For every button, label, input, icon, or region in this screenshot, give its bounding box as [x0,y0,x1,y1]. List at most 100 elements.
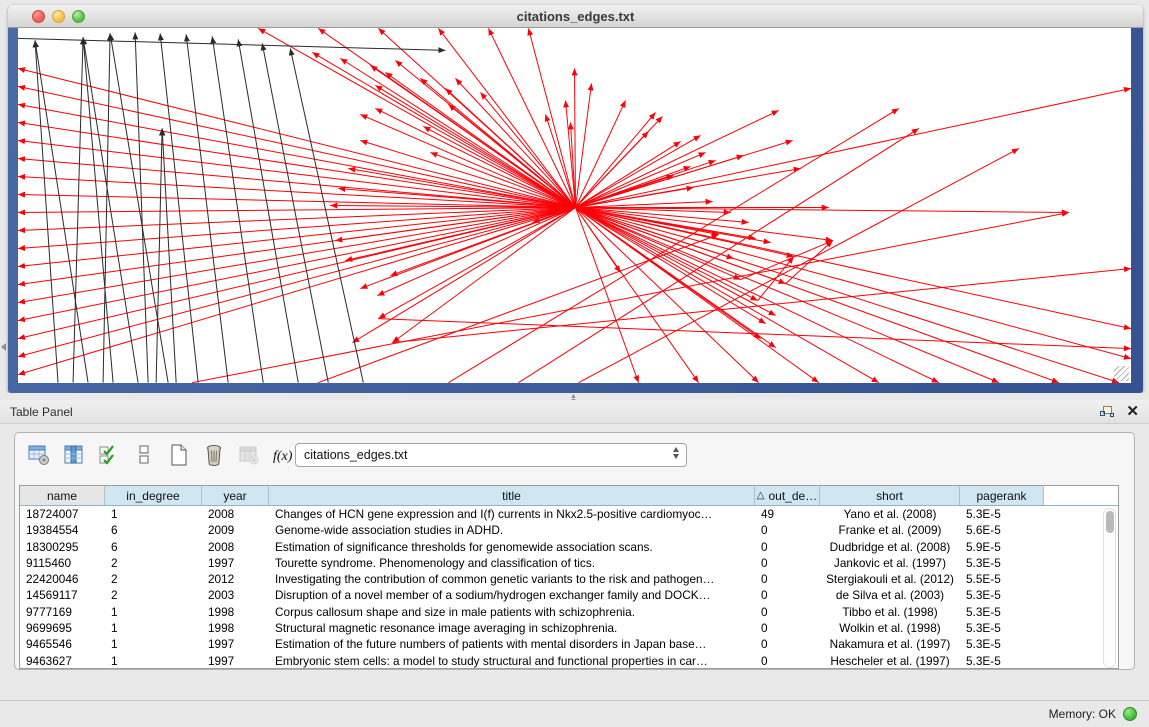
table-settings-button[interactable] [25,441,53,469]
column-header-title[interactable]: title [269,486,755,505]
scrollbar-thumb[interactable] [1106,511,1114,533]
table-panel-titlebar[interactable]: Table Panel ✕ [0,400,1149,424]
table-cell: 1997 [202,555,269,571]
table-body: 1872400712008Changes of HCN gene express… [20,506,1118,669]
table-row[interactable]: 1830029562008Estimation of significance … [20,539,1118,555]
network-edge [18,208,576,321]
network-edge [135,32,148,382]
column-header-pagerank[interactable]: pagerank [960,486,1044,505]
sort-ascending-icon: △ [757,490,765,501]
table-cell: 0 [755,539,820,555]
collapse-arrow-icon[interactable] [1,343,6,351]
table-cell: 5.3E-5 [960,604,1044,620]
float-panel-icon[interactable] [1100,406,1114,418]
attribute-table: namein_degreeyeartitle△out_de…shortpager… [19,485,1119,669]
memory-ok-indicator [1123,707,1137,721]
table-cell: 6 [105,539,202,555]
table-cell: 9777169 [20,604,105,620]
close-button[interactable] [32,10,45,23]
table-row[interactable]: 946554611997Estimation of the future num… [20,636,1118,652]
table-cell: 1997 [202,653,269,669]
network-graph[interactable] [18,28,1131,383]
select-all-check-button[interactable] [95,441,123,469]
table-column-select-icon [62,443,86,467]
column-header-name[interactable]: name [20,486,105,505]
table-cell: 2008 [202,539,269,555]
table-row[interactable]: 969969511998Structural magnetic resonanc… [20,620,1118,636]
new-table-button[interactable] [165,441,193,469]
resize-grip[interactable] [1114,366,1129,381]
network-edge [579,148,1019,382]
status-bar: Memory: OK [0,700,1149,727]
network-edge [262,43,328,382]
select-all-check-icon [97,443,121,467]
network-edge [312,52,575,207]
memory-status-label: Memory: OK [1049,707,1116,721]
split-divider[interactable]: ▲▼ [0,393,1149,400]
network-edge [18,140,576,207]
table-cell: 5.3E-5 [960,620,1044,636]
table-cell: 2 [105,571,202,587]
table-cell: 0 [755,555,820,571]
network-edge [576,152,706,207]
table-row[interactable]: 2242004622012Investigating the contribut… [20,571,1118,587]
table-cell: 2009 [202,522,269,538]
table-row[interactable]: 1938455462009Genome-wide association stu… [20,522,1118,538]
network-edge [35,40,58,382]
column-header-in_degree[interactable]: in_degree [105,486,202,505]
network-edge [758,257,794,301]
table-row[interactable]: 977716911998Corpus callosum shape and si… [20,604,1118,620]
function-builder-button[interactable]: f(x) [270,441,298,469]
network-edge [156,128,162,382]
minimize-button[interactable] [52,10,65,23]
table-row[interactable]: 1456911722003Disruption of a novel membe… [20,587,1118,603]
table-column-select-button[interactable] [60,441,88,469]
table-row[interactable]: 911546021997Tourette syndrome. Phenomeno… [20,555,1118,571]
table-cell: 5.3E-5 [960,653,1044,669]
table-cell: Structural magnetic resonance image aver… [269,620,755,636]
table-cell: Corpus callosum shape and size in male p… [269,604,755,620]
network-edge [73,37,83,382]
table-cell: Dudbridge et al. (2008) [820,539,960,555]
table-cell: 19384554 [20,522,105,538]
table-panel-body: f(x) citations_edges.txt namein_degreeye… [14,432,1135,670]
import-table-disabled-button[interactable] [235,441,263,469]
vertical-scrollbar[interactable] [1103,508,1116,668]
network-edge [576,208,1059,383]
column-header-out_de[interactable]: △out_de… [755,486,820,505]
column-header-short[interactable]: short [820,486,960,505]
table-cell: Disruption of a novel member of a sodium… [269,587,755,603]
table-cell: 9115460 [20,555,105,571]
close-panel-icon[interactable]: ✕ [1126,405,1139,419]
network-window-titlebar[interactable]: citations_edges.txt [8,5,1143,28]
network-window: citations_edges.txt [8,5,1143,393]
network-edge [83,37,138,382]
delete-table-icon [202,443,226,467]
network-edge [576,110,779,207]
table-row[interactable]: 946362711997Embryonic stem cells: a mode… [20,653,1118,669]
table-cell: 5.6E-5 [960,522,1044,538]
table-selector-dropdown[interactable]: citations_edges.txt [295,443,687,467]
delete-table-button[interactable] [200,441,228,469]
control-panel-collapsed-strip[interactable] [0,5,8,393]
zoom-button[interactable] [72,10,85,23]
table-row[interactable]: 1872400712008Changes of HCN gene express… [20,506,1118,522]
table-cell: 1997 [202,636,269,652]
table-cell: Nakamura et al. (1997) [820,636,960,652]
column-header-year[interactable]: year [202,486,269,505]
network-edge [318,28,575,207]
svg-text:f(x): f(x) [273,449,293,464]
network-edge [18,122,576,207]
row-height-button[interactable] [130,441,158,469]
network-edge [18,208,576,249]
table-cell: 2 [105,555,202,571]
network-edge [18,86,576,207]
table-cell: Hescheler et al. (1997) [820,653,960,669]
table-cell: 1 [105,604,202,620]
new-table-icon [167,443,191,467]
network-edge [378,28,575,207]
table-cell: Jankovic et al. (1997) [820,555,960,571]
network-edge [18,208,576,357]
table-settings-icon [27,443,51,467]
network-canvas[interactable] [18,28,1131,383]
